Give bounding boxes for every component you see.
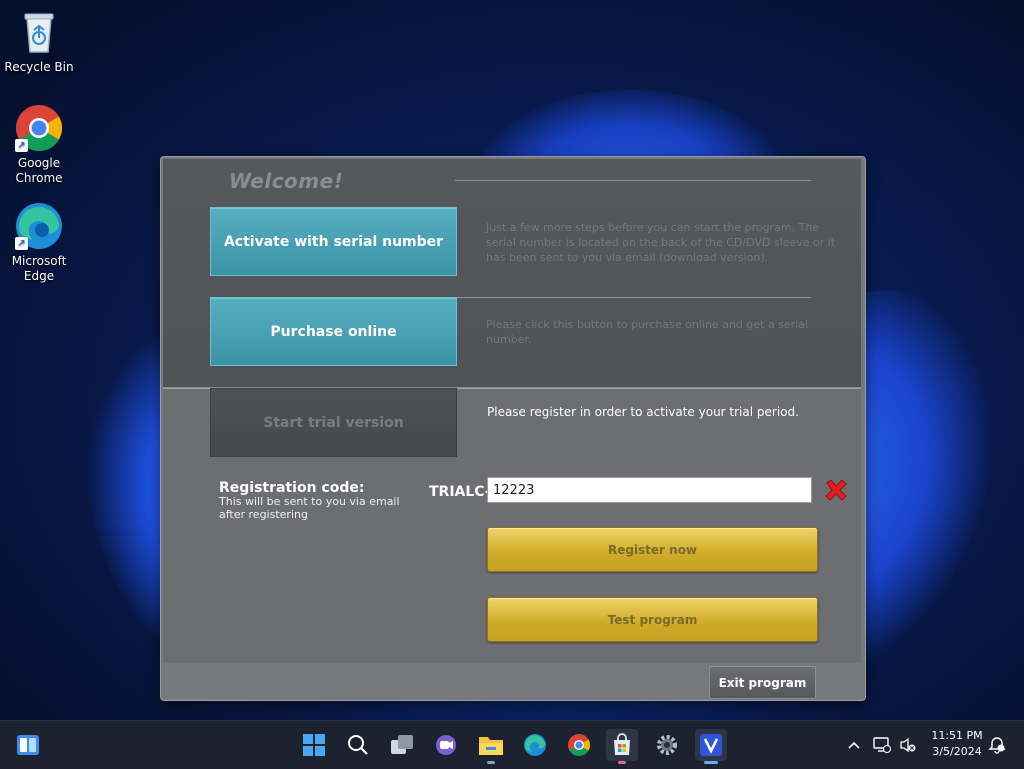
trial-note: Please register in order to activate you…: [487, 405, 799, 419]
clock-time: 11:51 PM: [931, 729, 983, 742]
registration-code-label: Registration code:: [219, 480, 365, 496]
chrome-icon: ↗: [15, 104, 63, 152]
volume-muted-icon[interactable]: [899, 721, 917, 769]
registration-code-hint: This will be sent to you via email after…: [219, 495, 400, 521]
start-trial-button[interactable]: Start trial version: [210, 388, 457, 457]
settings-icon[interactable]: [651, 729, 683, 761]
notifications-icon[interactable]: [988, 721, 1006, 769]
purchase-description: Please click this button to purchase onl…: [486, 318, 809, 346]
clock[interactable]: 11:51 PM 3/5/2024: [926, 728, 988, 760]
search-icon[interactable]: [342, 729, 374, 761]
test-program-button[interactable]: Test program: [487, 597, 818, 642]
activate-description: Just a few more steps before you can sta…: [486, 221, 836, 264]
desktop-icon-label: Google Chrome: [15, 156, 63, 185]
clock-date: 3/5/2024: [932, 745, 982, 758]
registration-dialog: Welcome! Activate with serial number Jus…: [160, 156, 866, 701]
edge-icon: ↗: [15, 202, 63, 250]
running-indicator: [618, 761, 626, 764]
recycle-bin-icon: [15, 8, 63, 56]
shortcut-arrow-icon: ↗: [15, 237, 28, 250]
teams-chat-icon[interactable]: [430, 729, 462, 761]
desktop-icon-label: Recycle Bin: [4, 60, 74, 74]
running-indicator: [704, 761, 718, 764]
activate-serial-button[interactable]: Activate with serial number: [210, 207, 457, 276]
desktop-icon-google-chrome[interactable]: ↗ Google Chrome: [4, 104, 74, 186]
welcome-heading: Welcome!: [229, 169, 344, 193]
widgets-icon[interactable]: [12, 729, 44, 761]
divider: [455, 180, 811, 181]
start-icon[interactable]: [298, 729, 330, 761]
divider: [455, 297, 811, 298]
exit-program-button[interactable]: Exit program: [709, 666, 816, 699]
file-explorer-icon[interactable]: [475, 729, 507, 764]
network-icon[interactable]: [873, 721, 891, 769]
edge-icon[interactable]: [519, 729, 551, 761]
purchase-online-button[interactable]: Purchase online: [210, 297, 457, 366]
chrome-icon[interactable]: [563, 729, 595, 761]
desktop-icon-label: Microsoft Edge: [11, 254, 67, 283]
registration-code-input[interactable]: [487, 477, 812, 503]
desktop-icon-recycle-bin[interactable]: Recycle Bin: [4, 8, 74, 75]
running-indicator: [487, 761, 495, 764]
v-app-icon[interactable]: [695, 729, 727, 764]
show-hidden-icons[interactable]: [846, 721, 862, 769]
shortcut-arrow-icon: ↗: [15, 139, 28, 152]
clear-code-icon[interactable]: [824, 478, 848, 502]
code-prefix: TRIALC-: [429, 484, 491, 500]
register-now-button[interactable]: Register now: [487, 527, 818, 572]
taskbar: 11:51 PM 3/5/2024: [0, 720, 1024, 769]
task-view-icon[interactable]: [386, 729, 418, 761]
desktop-icon-microsoft-edge[interactable]: ↗ Microsoft Edge: [4, 202, 74, 284]
chevron-up-icon: [848, 741, 860, 749]
store-icon[interactable]: [606, 729, 638, 764]
